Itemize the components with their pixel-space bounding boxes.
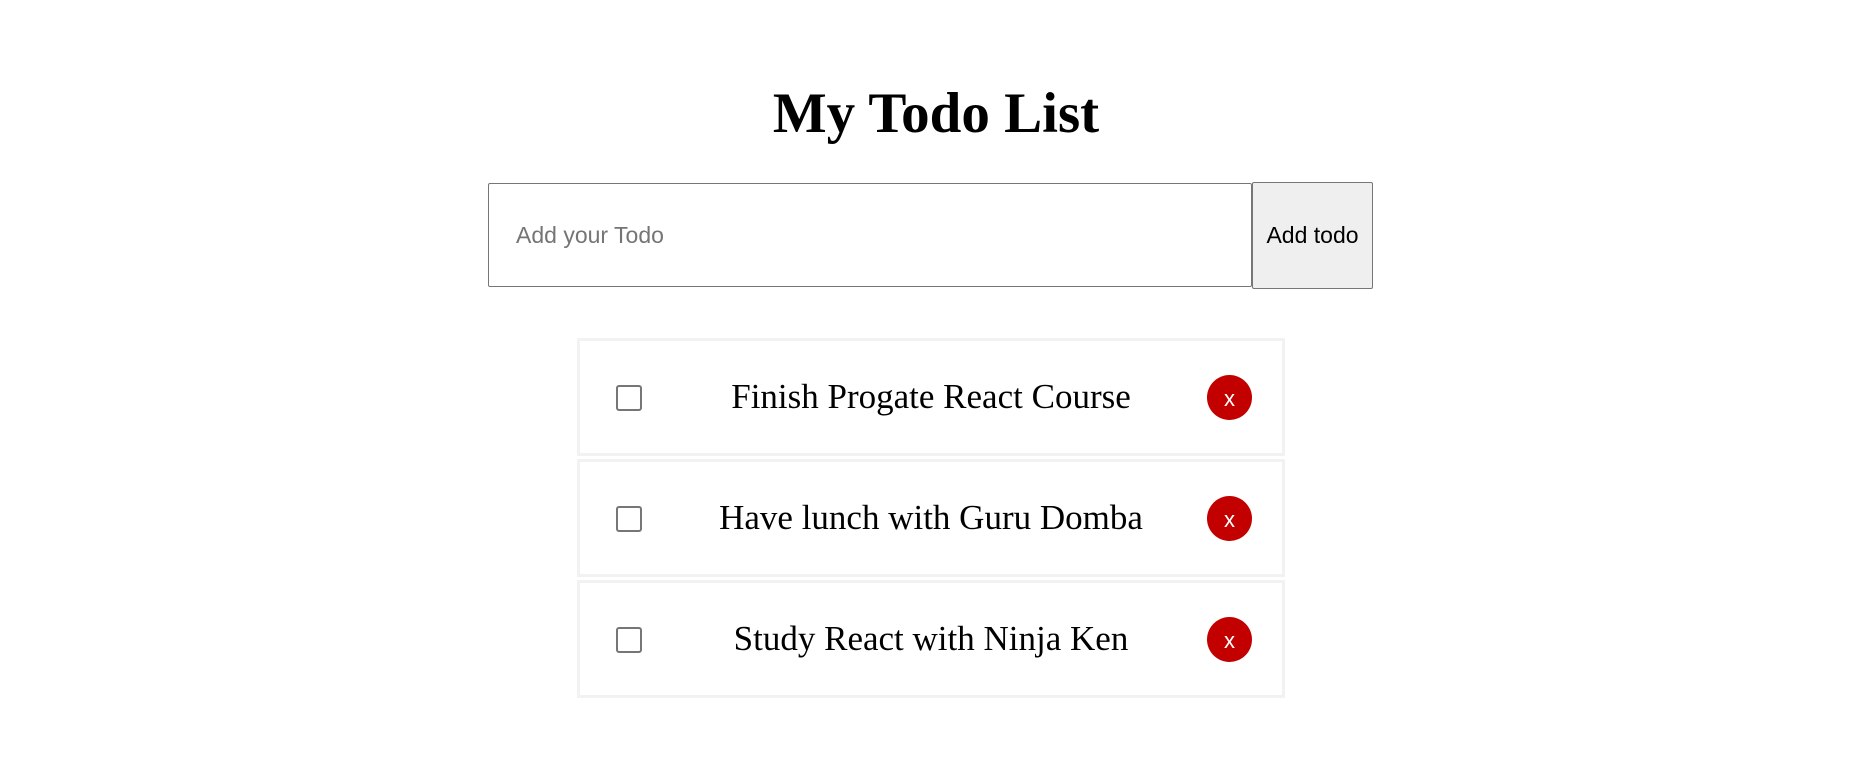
todo-item: Have lunch with Guru Domba x bbox=[577, 459, 1285, 577]
delete-todo-button[interactable]: x bbox=[1207, 375, 1252, 420]
todo-checkbox[interactable] bbox=[616, 627, 642, 653]
todo-text: Have lunch with Guru Domba bbox=[719, 498, 1143, 537]
todo-text: Study React with Ninja Ken bbox=[733, 619, 1129, 658]
todo-list: Finish Progate React Course x Have lunch… bbox=[577, 338, 1285, 701]
todo-app: My Todo List Add todo Finish Progate Rea… bbox=[0, 0, 1872, 784]
page-title: My Todo List bbox=[772, 82, 1100, 145]
todo-checkbox[interactable] bbox=[616, 506, 642, 532]
add-todo-form: Add todo bbox=[488, 182, 1374, 290]
todo-item: Finish Progate React Course x bbox=[577, 338, 1285, 456]
add-todo-button[interactable]: Add todo bbox=[1252, 182, 1373, 289]
todo-input[interactable] bbox=[488, 183, 1252, 287]
delete-todo-button[interactable]: x bbox=[1207, 617, 1252, 662]
delete-todo-button[interactable]: x bbox=[1207, 496, 1252, 541]
todo-text: Finish Progate React Course bbox=[731, 377, 1131, 416]
todo-item: Study React with Ninja Ken x bbox=[577, 580, 1285, 698]
todo-checkbox[interactable] bbox=[616, 385, 642, 411]
